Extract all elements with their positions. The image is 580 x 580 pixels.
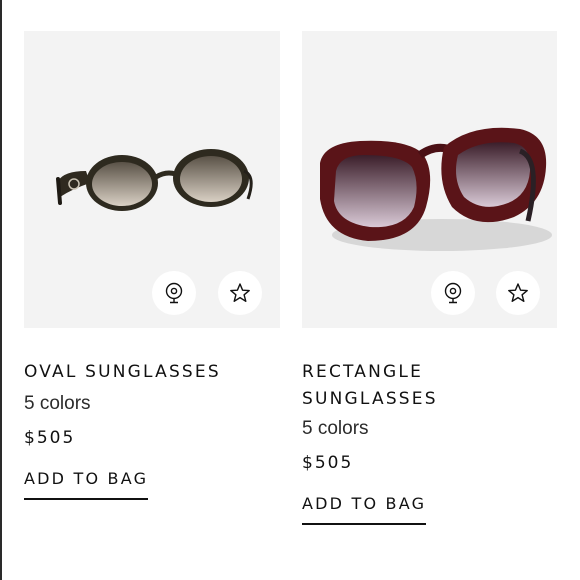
virtual-try-on-button[interactable] bbox=[152, 271, 196, 315]
product-card-oval-sunglasses: OVAL SUNGLASSES 5 colors $505 ADD TO BAG bbox=[24, 31, 280, 500]
virtual-try-on-button[interactable] bbox=[431, 271, 475, 315]
try-on-icon bbox=[444, 282, 462, 304]
color-count: 5 colors bbox=[24, 393, 91, 414]
color-count: 5 colors bbox=[302, 418, 369, 439]
star-icon bbox=[508, 283, 528, 302]
product-image-area[interactable] bbox=[24, 31, 280, 328]
star-icon bbox=[230, 283, 250, 302]
add-to-bag-button[interactable]: ADD TO BAG bbox=[302, 494, 427, 525]
add-to-wishlist-button[interactable] bbox=[496, 271, 540, 315]
product-name[interactable]: RECTANGLE SUNGLASSES bbox=[302, 359, 482, 413]
product-image-area[interactable] bbox=[302, 31, 557, 328]
try-on-icon bbox=[165, 282, 183, 304]
product-name[interactable]: OVAL SUNGLASSES bbox=[24, 359, 280, 386]
left-edge-divider bbox=[0, 0, 2, 580]
product-price: $505 bbox=[302, 453, 354, 473]
product-price: $505 bbox=[24, 428, 76, 448]
add-to-wishlist-button[interactable] bbox=[218, 271, 262, 315]
product-card-rectangle-sunglasses: RECTANGLE SUNGLASSES 5 colors $505 ADD T… bbox=[302, 31, 557, 525]
add-to-bag-button[interactable]: ADD TO BAG bbox=[24, 469, 149, 500]
